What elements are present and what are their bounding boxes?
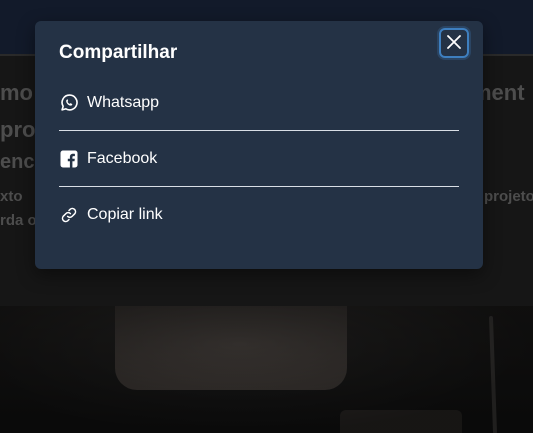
article-title-fragment: mo xyxy=(0,80,33,105)
close-icon xyxy=(447,34,461,52)
page: mo ment proj enci xto projeto rda o Comp… xyxy=(0,0,533,433)
facebook-icon xyxy=(59,149,79,169)
share-option-label: Whatsapp xyxy=(87,93,160,111)
article-body-fragment: xto xyxy=(0,188,23,205)
image-vignette xyxy=(0,306,533,433)
article-body-fragment: projeto xyxy=(484,188,533,205)
article-body-fragment: rda o xyxy=(0,212,37,229)
article-hero-image xyxy=(0,306,533,433)
share-modal: Compartilhar Whatsapp Facebook Copiar li… xyxy=(35,21,483,269)
link-icon xyxy=(59,205,79,225)
close-button[interactable] xyxy=(439,28,469,58)
modal-title: Compartilhar xyxy=(59,42,178,63)
share-option-whatsapp[interactable]: Whatsapp xyxy=(59,75,459,131)
share-option-copy-link[interactable]: Copiar link xyxy=(59,187,459,243)
whatsapp-icon xyxy=(59,93,79,113)
share-option-label: Facebook xyxy=(87,149,158,167)
share-option-label: Copiar link xyxy=(87,206,163,223)
share-option-facebook[interactable]: Facebook xyxy=(59,131,459,187)
share-options-list: Whatsapp Facebook Copiar link xyxy=(59,75,459,243)
